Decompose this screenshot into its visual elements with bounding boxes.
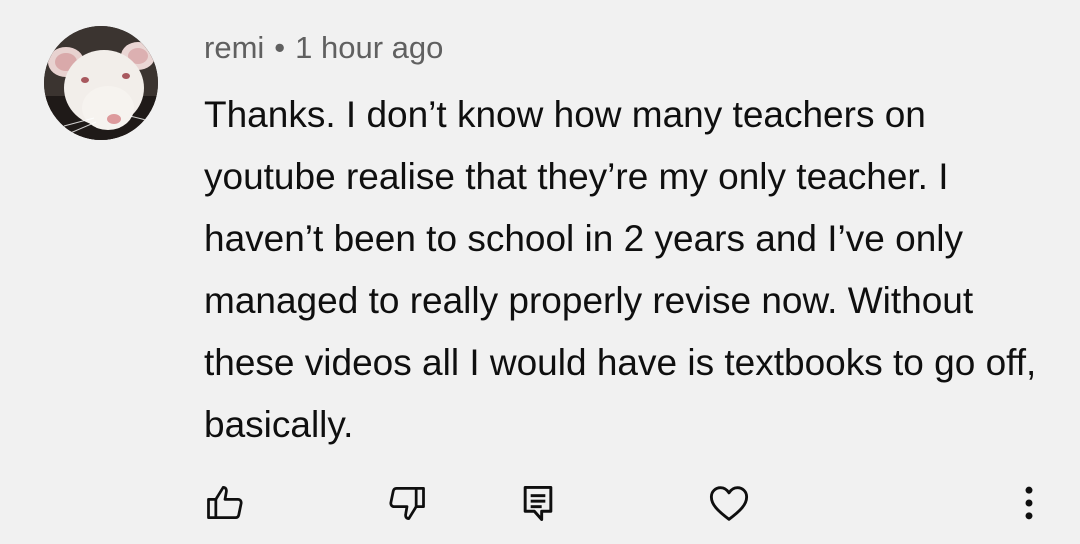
meta-separator: • — [274, 30, 286, 65]
rat-avatar-image — [44, 26, 158, 140]
more-vert-icon — [1025, 486, 1033, 520]
like-button[interactable] — [200, 478, 250, 528]
heart-button[interactable] — [704, 478, 754, 528]
reply-button[interactable] — [513, 478, 563, 528]
more-options-button[interactable] — [1004, 478, 1054, 528]
dislike-button[interactable] — [382, 478, 432, 528]
comment-meta: remi • 1 hour ago — [204, 26, 1044, 70]
comment-timestamp[interactable]: 1 hour ago — [295, 30, 443, 65]
comment-text: Thanks. I don’t know how many teachers o… — [204, 94, 1037, 445]
comment-actions — [0, 478, 1080, 528]
avatar[interactable] — [44, 26, 158, 140]
thumbs-down-icon — [389, 486, 425, 520]
author-name[interactable]: remi — [204, 30, 264, 65]
reply-icon — [523, 485, 553, 521]
heart-icon — [709, 486, 749, 521]
thumbs-up-icon — [207, 486, 243, 520]
comment-body: remi • 1 hour ago Thanks. I don’t know how… — [204, 26, 1044, 456]
comment-card: remi • 1 hour ago Thanks. I don’t know how… — [0, 0, 1080, 544]
